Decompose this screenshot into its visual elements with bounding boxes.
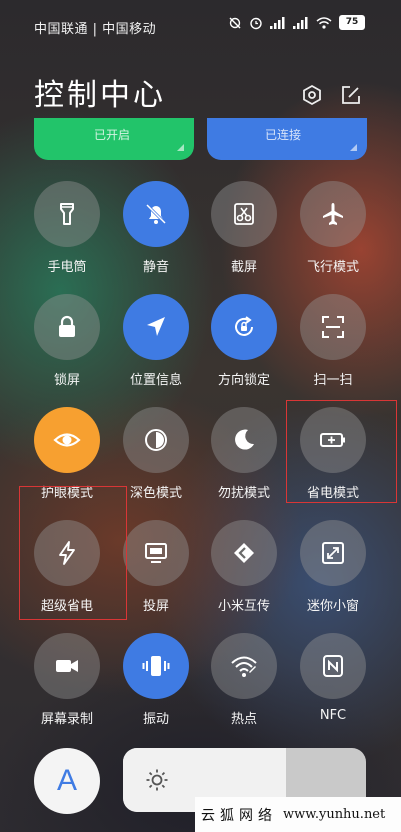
tile-screen-record[interactable]: 屏幕录制 xyxy=(22,633,112,727)
tile-circle xyxy=(300,181,366,247)
lock-icon xyxy=(54,314,80,340)
tile-circle xyxy=(123,633,189,699)
tile-circle xyxy=(211,633,277,699)
tile-label: 屏幕录制 xyxy=(40,712,93,727)
tile-circle xyxy=(211,294,277,360)
tile-nfc[interactable]: NFC xyxy=(288,633,378,723)
settings-button[interactable] xyxy=(301,84,327,110)
mobile-data-status: 已开启 xyxy=(94,128,131,142)
carrier-names: 中国联通 | 中国移动 xyxy=(34,22,157,37)
tile-circle xyxy=(123,520,189,586)
tile-label: 手电筒 xyxy=(47,260,87,275)
tile-label: 小米互传 xyxy=(217,599,270,614)
tile-mi-share[interactable]: 小米互传 xyxy=(199,520,289,614)
tile-circle xyxy=(123,407,189,473)
watermark-url: www.yunhu.net xyxy=(283,807,386,822)
tile-screenshot[interactable]: 截屏 xyxy=(199,181,289,275)
watermark-cn: 云狐网络 xyxy=(201,807,277,824)
tile-label: 勿扰模式 xyxy=(217,486,270,501)
tile-label: 位置信息 xyxy=(129,373,182,388)
settings-hexagon-icon xyxy=(301,84,323,110)
tile-label: 静音 xyxy=(142,260,169,275)
airplane-icon xyxy=(320,201,346,227)
tile-label: 飞行模式 xyxy=(306,260,359,275)
mini-window-icon xyxy=(320,540,346,566)
expand-corner-icon xyxy=(350,144,357,151)
vibrate-icon xyxy=(142,653,170,679)
tile-circle xyxy=(300,633,366,699)
tile-circle xyxy=(34,181,100,247)
eye-icon xyxy=(53,426,81,454)
tile-silent[interactable]: 静音 xyxy=(111,181,201,275)
tile-label: 锁屏 xyxy=(53,373,80,388)
tile-location[interactable]: 位置信息 xyxy=(111,294,201,388)
tile-circle xyxy=(34,407,100,473)
battery-indicator: 75 xyxy=(339,15,365,30)
tile-airplane-mode[interactable]: 飞行模式 xyxy=(288,181,378,275)
tile-circle xyxy=(300,294,366,360)
tile-circle xyxy=(123,294,189,360)
page-title: 控制中心 xyxy=(34,78,166,113)
tile-label: 方向锁定 xyxy=(217,373,270,388)
tile-label: 扫一扫 xyxy=(313,373,353,388)
scan-icon xyxy=(320,314,346,340)
status-icons: 75 xyxy=(228,15,365,30)
hotspot-icon xyxy=(230,653,258,679)
location-icon xyxy=(143,314,169,340)
rotation-lock-icon xyxy=(231,314,257,340)
tile-circle xyxy=(211,181,277,247)
signal-2-icon xyxy=(293,16,309,29)
mobile-data-tile[interactable]: 已开启 xyxy=(34,118,194,160)
tile-rotation-lock[interactable]: 方向锁定 xyxy=(199,294,289,388)
video-camera-icon xyxy=(53,653,81,679)
tile-circle xyxy=(211,407,277,473)
tile-label: 截屏 xyxy=(230,260,257,275)
watermark: 云狐网络 www.yunhu.net xyxy=(195,797,401,832)
edit-icon xyxy=(340,86,362,110)
wifi-status: 已连接 xyxy=(265,128,302,142)
edit-button[interactable] xyxy=(340,84,366,110)
signal-1-icon xyxy=(270,16,286,29)
status-bar: 中国联通 | 中国移动 75 xyxy=(0,0,401,52)
mi-share-icon xyxy=(231,540,257,566)
tile-circle xyxy=(211,520,277,586)
tile-circle xyxy=(123,181,189,247)
sun-icon xyxy=(145,768,169,796)
tile-vibrate[interactable]: 振动 xyxy=(111,633,201,727)
tile-label: 振动 xyxy=(142,712,169,727)
tile-circle xyxy=(300,520,366,586)
tile-do-not-disturb[interactable]: 勿扰模式 xyxy=(199,407,289,501)
cast-screen-icon xyxy=(143,540,169,566)
tile-circle xyxy=(34,633,100,699)
dark-mode-icon xyxy=(143,427,169,453)
tile-scan[interactable]: 扫一扫 xyxy=(288,294,378,388)
expand-corner-icon xyxy=(177,144,184,151)
tile-flashlight[interactable]: 手电筒 xyxy=(22,181,112,275)
sync-off-icon xyxy=(228,16,242,30)
wifi-tile[interactable]: 已连接 xyxy=(207,118,367,160)
scissors-icon xyxy=(231,201,257,227)
tile-lock-screen[interactable]: 锁屏 xyxy=(22,294,112,388)
nfc-icon xyxy=(320,653,346,679)
tile-label: 迷你小窗 xyxy=(306,599,359,614)
moon-icon xyxy=(231,427,257,453)
flashlight-icon xyxy=(54,201,80,227)
highlight-box-super-saver xyxy=(19,486,127,620)
tile-circle xyxy=(34,294,100,360)
tile-hotspot[interactable]: 热点 xyxy=(199,633,289,727)
tile-label: 热点 xyxy=(230,712,257,727)
tile-label: NFC xyxy=(319,708,347,723)
highlight-box-battery-saver xyxy=(286,400,397,503)
alarm-icon xyxy=(249,16,263,30)
bell-off-icon xyxy=(143,201,169,227)
tile-mini-window[interactable]: 迷你小窗 xyxy=(288,520,378,614)
font-size-button[interactable]: A xyxy=(34,748,100,814)
wifi-icon xyxy=(316,16,332,29)
